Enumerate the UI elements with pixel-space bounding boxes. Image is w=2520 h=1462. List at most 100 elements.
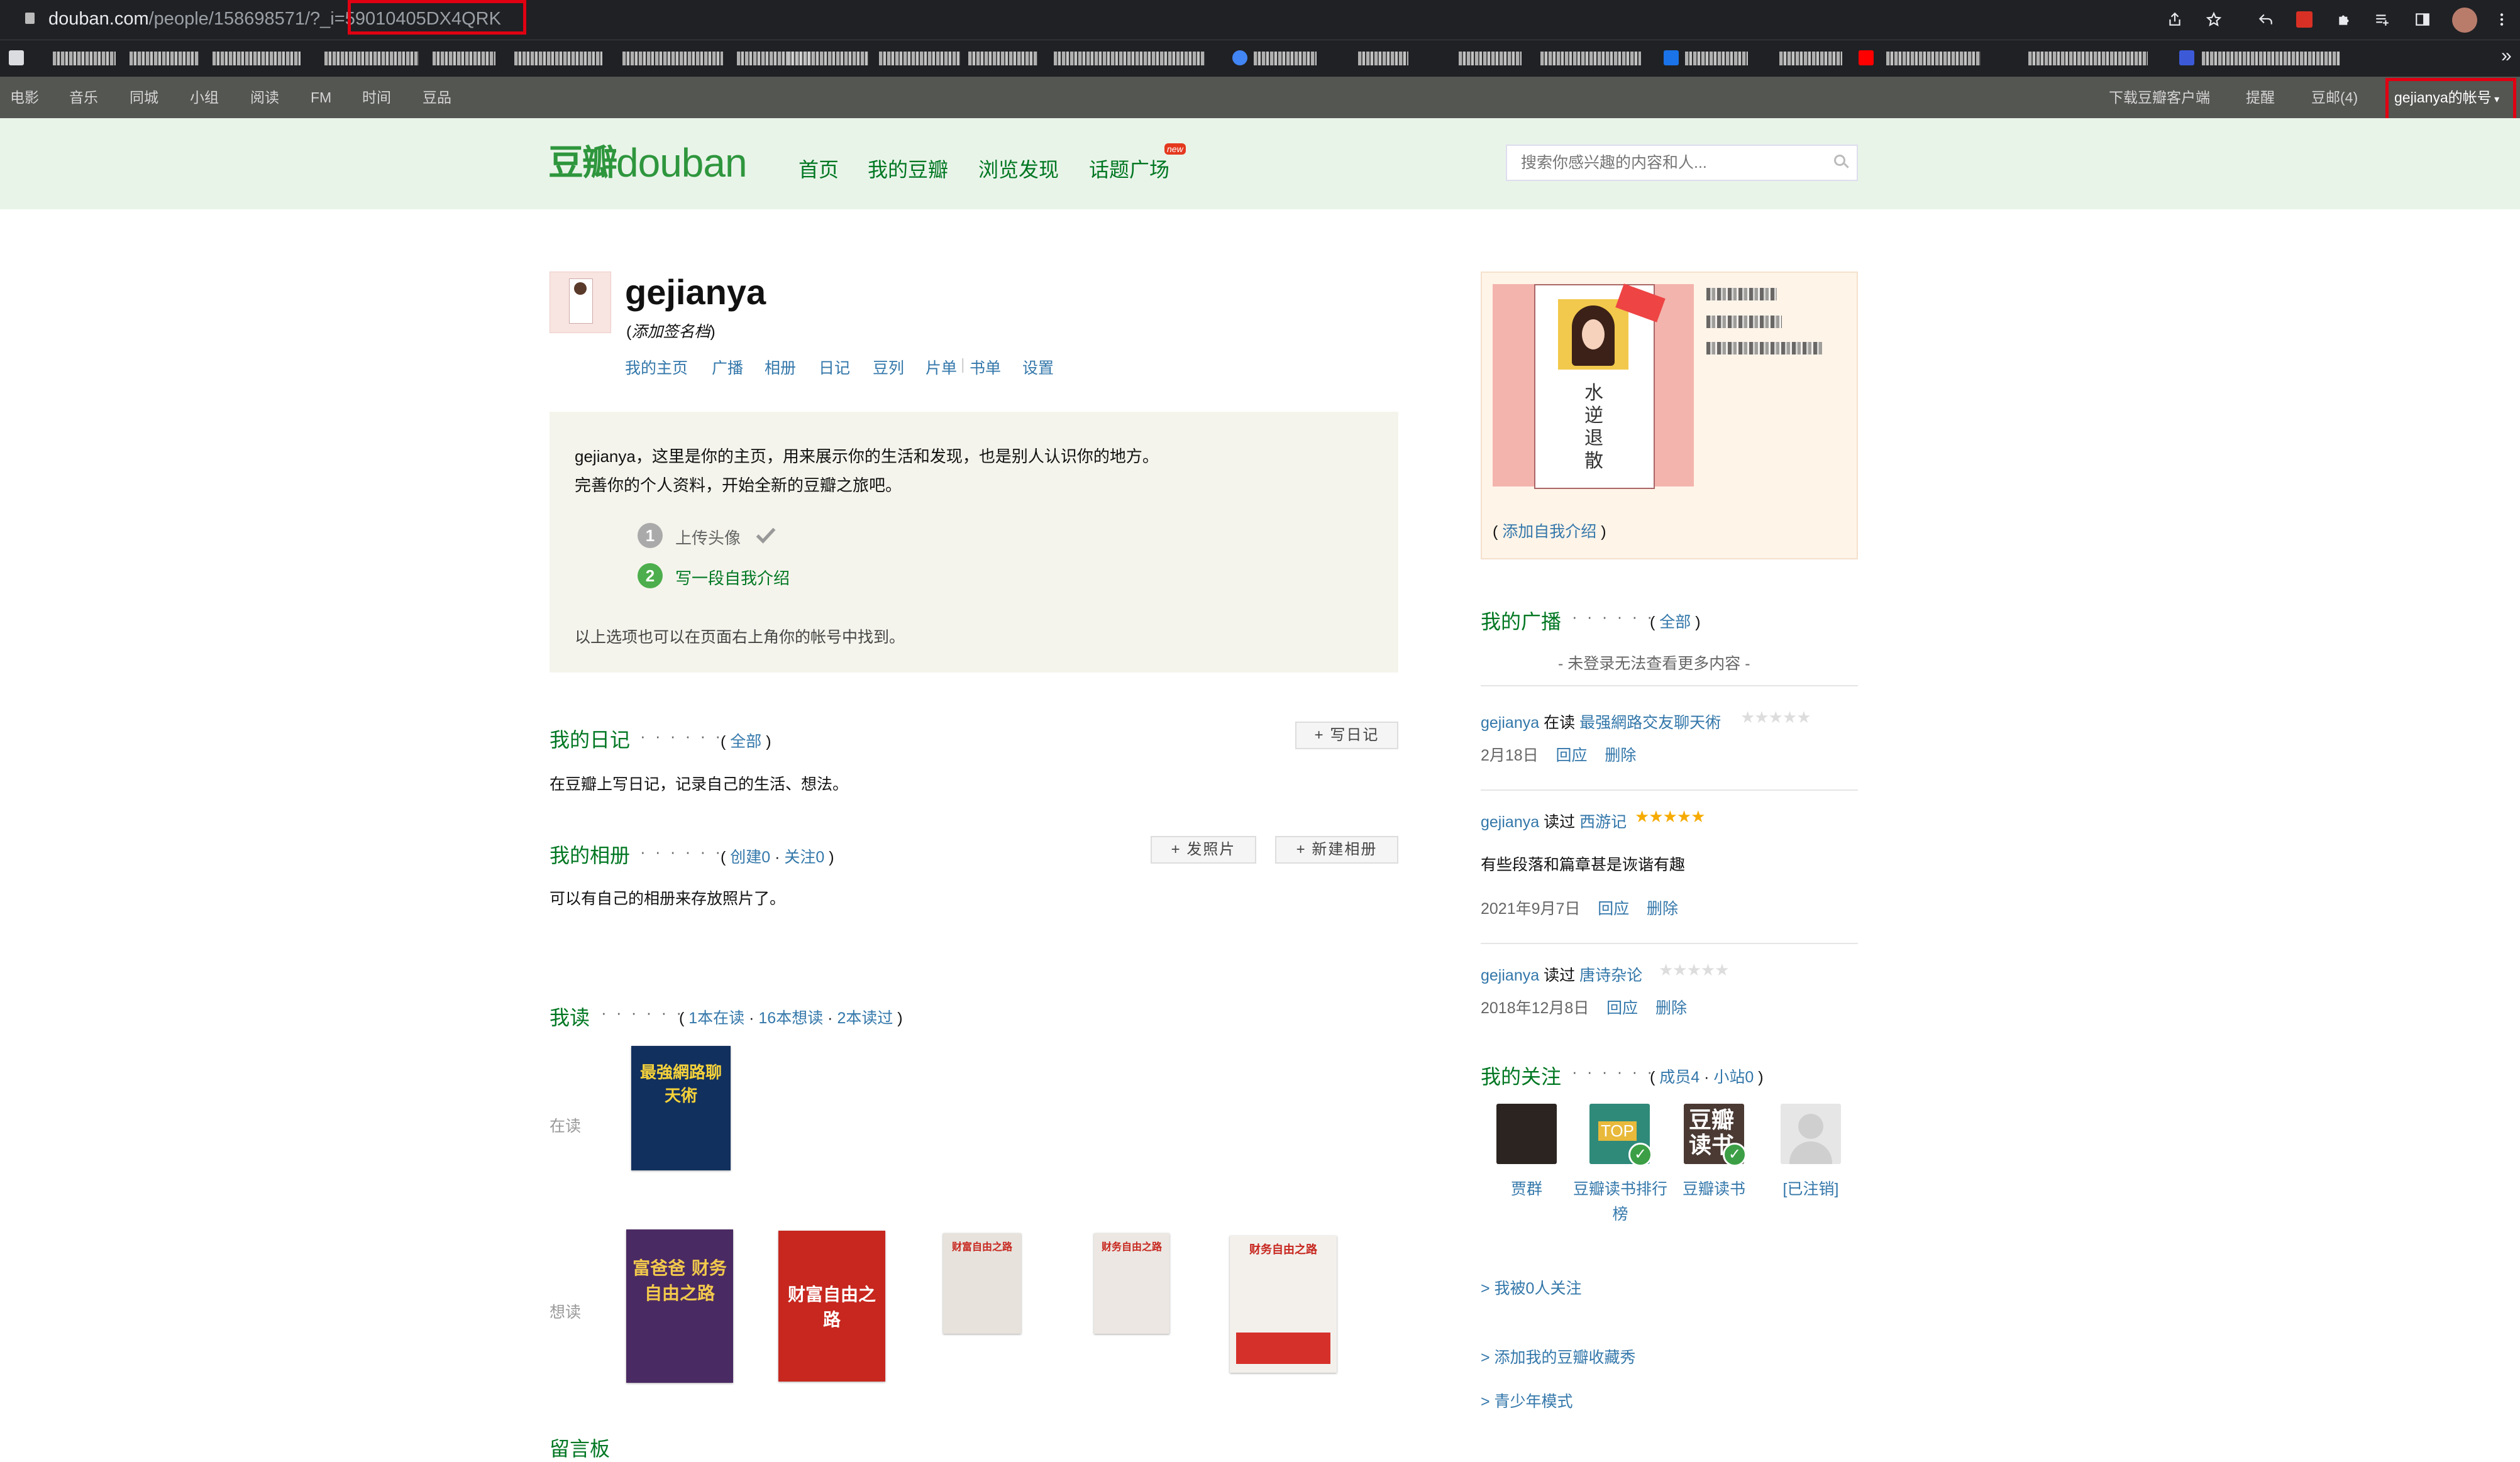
back-arrow-icon[interactable] xyxy=(2257,11,2274,28)
global-nav-time[interactable]: 时间 xyxy=(362,77,391,118)
bookmark-item[interactable] xyxy=(213,52,301,65)
bookmark-icon[interactable] xyxy=(9,50,24,65)
feed-reply-link[interactable]: 回应 xyxy=(1598,900,1629,918)
following-avatar[interactable] xyxy=(1781,1104,1841,1164)
global-nav-group[interactable]: 小组 xyxy=(190,77,219,118)
global-nav-city[interactable]: 同城 xyxy=(130,77,158,118)
logo-en[interactable]: douban xyxy=(616,140,748,186)
bookmark-item[interactable] xyxy=(2028,52,2148,65)
broadcast-all-link[interactable]: 全部 xyxy=(1659,613,1691,631)
following-name[interactable]: 豆瓣读书 xyxy=(1667,1177,1761,1199)
feed-book-link[interactable]: 最强網路交友聊天術 xyxy=(1579,714,1721,732)
reading-done-link[interactable]: 2本读过 xyxy=(837,1009,893,1027)
doumail-link[interactable]: 豆邮(4) xyxy=(2311,77,2358,118)
global-nav-fm[interactable]: FM xyxy=(311,77,331,118)
user-avatar[interactable] xyxy=(550,272,611,333)
puzzle-icon[interactable] xyxy=(2336,11,2353,28)
bookmark-item[interactable] xyxy=(787,52,869,65)
bookmark-item[interactable] xyxy=(1886,52,1981,65)
feed-delete-link[interactable]: 删除 xyxy=(1605,747,1636,764)
bookmark-item[interactable] xyxy=(1540,52,1641,65)
book-cover-wish-0[interactable]: 富爸爸 财务自由之路 xyxy=(626,1229,733,1383)
feed-reply-link[interactable]: 回应 xyxy=(1606,999,1638,1017)
feed-user-link[interactable]: gejianya xyxy=(1481,967,1539,984)
reading-wish-link[interactable]: 16本想读 xyxy=(758,1009,823,1027)
bookmark-icon[interactable] xyxy=(1664,50,1679,65)
bookmark-item[interactable] xyxy=(1779,52,1842,65)
extension-red-icon[interactable] xyxy=(2296,11,2313,28)
global-nav-read[interactable]: 阅读 xyxy=(250,77,279,118)
menu-dots-icon[interactable] xyxy=(2494,11,2510,28)
bookmark-item[interactable] xyxy=(2202,52,2340,65)
feed-user-link[interactable]: gejianya xyxy=(1481,714,1539,732)
profile-link-movielist[interactable]: 片单 xyxy=(926,356,957,378)
following-name[interactable]: [已注销] xyxy=(1764,1177,1858,1199)
download-app-link[interactable]: 下载豆瓣客户端 xyxy=(2109,77,2210,118)
search-icon[interactable] xyxy=(1834,155,1845,166)
bookmark-item[interactable] xyxy=(130,52,199,65)
write-diary-button[interactable]: + 写日记 xyxy=(1295,722,1398,749)
youtube-icon[interactable] xyxy=(1859,50,1874,65)
profile-photo[interactable]: 水逆退散 xyxy=(1493,283,1694,489)
bookmark-item[interactable] xyxy=(968,52,1037,65)
album-created-link[interactable]: 创建0 xyxy=(730,849,770,866)
reading-list-icon[interactable] xyxy=(2374,11,2390,28)
nav-explore[interactable]: 浏览发现 xyxy=(978,154,1059,183)
diary-all-link[interactable]: 全部 xyxy=(730,733,761,750)
bookmark-item[interactable] xyxy=(324,52,419,65)
side-panel-icon[interactable] xyxy=(2414,11,2431,28)
following-name[interactable]: 豆瓣读书排行榜 xyxy=(1573,1177,1667,1227)
feed-delete-link[interactable]: 删除 xyxy=(1655,999,1687,1017)
nav-home[interactable]: 首页 xyxy=(799,154,839,183)
profile-link-doulist[interactable]: 豆列 xyxy=(873,356,904,378)
global-nav-movie[interactable]: 电影 xyxy=(10,77,39,118)
book-cover-wish-3[interactable]: 财务自由之路 xyxy=(1094,1233,1169,1334)
step-write-intro-link[interactable]: 写一段自我介绍 xyxy=(675,566,790,589)
add-collection-show-link[interactable]: > 添加我的豆瓣收藏秀 xyxy=(1481,1345,1636,1368)
book-cover-wish-1[interactable]: 财富自由之路 xyxy=(778,1231,885,1382)
logo-cn[interactable]: 豆瓣 xyxy=(548,135,617,185)
album-follow-link[interactable]: 关注0 xyxy=(784,849,824,866)
bookmark-icon[interactable] xyxy=(2179,50,2194,65)
bookmark-item[interactable] xyxy=(514,52,602,65)
add-intro-link[interactable]: 添加自我介绍 xyxy=(1502,523,1596,541)
global-nav-music[interactable]: 音乐 xyxy=(69,77,98,118)
new-album-button[interactable]: + 新建相册 xyxy=(1275,836,1398,864)
feed-book-link[interactable]: 唐诗杂论 xyxy=(1579,967,1642,984)
bookmark-item[interactable] xyxy=(53,52,116,65)
add-signature-link[interactable]: 添加签名档 xyxy=(631,323,710,341)
bookmark-icon[interactable] xyxy=(1232,50,1247,65)
upload-photo-button[interactable]: + 发照片 xyxy=(1151,836,1256,864)
bookmark-item[interactable] xyxy=(622,52,723,65)
search-input[interactable] xyxy=(1520,146,1824,180)
profile-link-album[interactable]: 相册 xyxy=(765,356,796,378)
feed-delete-link[interactable]: 删除 xyxy=(1647,900,1678,918)
star-icon[interactable] xyxy=(2206,11,2222,28)
profile-link-diary[interactable]: 日记 xyxy=(819,356,850,378)
followers-link[interactable]: > 我被0人关注 xyxy=(1481,1276,1581,1299)
share-icon[interactable] xyxy=(2167,11,2183,28)
bookmark-item[interactable] xyxy=(1054,52,1205,65)
profile-avatar[interactable] xyxy=(2452,8,2477,33)
profile-link-home[interactable]: 我的主页 xyxy=(625,356,688,378)
feed-user-link[interactable]: gejianya xyxy=(1481,813,1539,831)
bookmark-item[interactable] xyxy=(879,52,961,65)
feed-book-link[interactable]: 西游记 xyxy=(1579,813,1627,831)
bookmark-item[interactable] xyxy=(1459,52,1522,65)
bookmark-item[interactable] xyxy=(433,52,495,65)
following-sites-link[interactable]: 小站0 xyxy=(1713,1069,1754,1086)
notifications-link[interactable]: 提醒 xyxy=(2246,77,2275,118)
global-nav-market[interactable]: 豆品 xyxy=(423,77,451,118)
nav-my-douban[interactable]: 我的豆瓣 xyxy=(868,154,948,183)
bookmarks-overflow-icon[interactable]: » xyxy=(2501,45,2512,67)
profile-link-booklist[interactable]: 书单 xyxy=(970,356,1001,378)
book-cover-wish-2[interactable]: 财富自由之路 xyxy=(943,1233,1021,1334)
book-cover-reading-0[interactable]: 最強網路聊天術 xyxy=(631,1046,731,1170)
book-cover-wish-4[interactable]: 财务自由之路 xyxy=(1230,1236,1337,1373)
reading-now-link[interactable]: 1本在读 xyxy=(688,1009,744,1027)
bookmark-item[interactable] xyxy=(1358,52,1408,65)
following-members-link[interactable]: 成员4 xyxy=(1659,1069,1699,1086)
feed-reply-link[interactable]: 回应 xyxy=(1556,747,1588,764)
profile-link-settings[interactable]: 设置 xyxy=(1022,356,1054,378)
bookmark-item[interactable] xyxy=(1685,52,1748,65)
